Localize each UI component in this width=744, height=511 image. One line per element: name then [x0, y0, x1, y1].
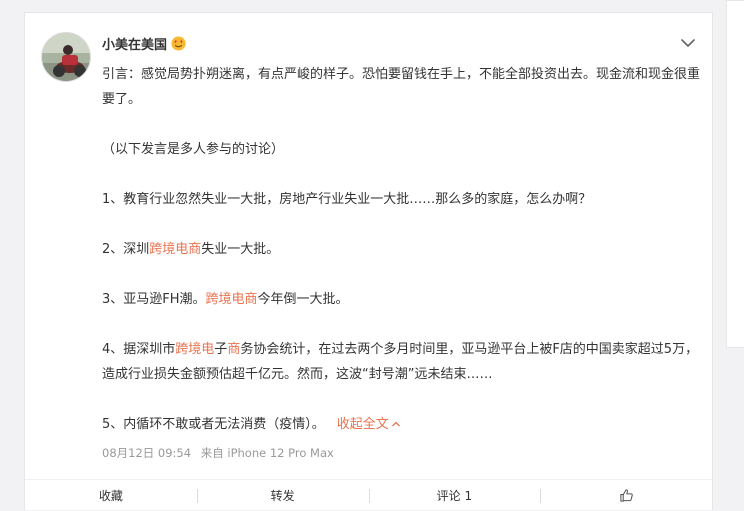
paragraph-3: 3、亚马逊FH潮。跨境电商今年倒一大批。: [102, 287, 702, 312]
topic-link[interactable]: 跨境电商: [149, 242, 201, 257]
paragraph-4-text: 4、据深圳市: [102, 342, 176, 357]
collapse-button[interactable]: 收起全文: [337, 417, 401, 432]
post-content: 引言：感觉局势扑朔迷离，有点严峻的样子。恐怕要留钱在手上，不能全部投资出去。现金…: [102, 62, 702, 437]
favorite-button[interactable]: 收藏: [25, 480, 197, 511]
username[interactable]: 小美在美国: [102, 34, 186, 53]
avatar[interactable]: [41, 32, 91, 82]
topic-link[interactable]: 商: [227, 342, 240, 357]
timestamp[interactable]: 08月12日 09:54: [102, 446, 191, 460]
paragraph-2-text-end: 失业一大批。: [201, 242, 280, 257]
source: 来自 iPhone 12 Pro Max: [200, 446, 334, 460]
favorite-label[interactable]: 收藏: [99, 487, 123, 504]
heart-eyes-emoji-icon: [171, 36, 186, 51]
paragraph-note: （以下发言是多人参与的讨论）: [102, 142, 285, 157]
weibo-post-card: 小美在美国 引言：感觉局势扑朔迷离，有点严峻的样子。恐怕要留钱在手上，不能全部投…: [24, 12, 713, 510]
collapse-label[interactable]: 收起全文: [337, 417, 389, 432]
chevron-up-icon[interactable]: [391, 420, 401, 428]
repost-label[interactable]: 转发: [271, 487, 295, 504]
chevron-down-icon[interactable]: [679, 35, 697, 49]
like-button[interactable]: [540, 480, 712, 511]
paragraph-3-text-end: 今年倒一大批。: [257, 292, 349, 307]
paragraph-3-text: 3、亚马逊FH潮。: [102, 292, 206, 307]
paragraph-4: 4、据深圳市跨境电子商务协会统计，在过去两个多月时间里，亚马逊平台上被F店的中国…: [102, 337, 702, 387]
topic-link[interactable]: 跨境电: [175, 342, 214, 357]
post-meta: 08月12日 09:54 来自 iPhone 12 Pro Max: [102, 445, 334, 461]
paragraph-intro: 引言：感觉局势扑朔迷离，有点严峻的样子。恐怕要留钱在手上，不能全部投资出去。现金…: [102, 67, 701, 107]
paragraph-2: 2、深圳跨境电商失业一大批。: [102, 237, 702, 262]
paragraph-5: 5、内循环不敢或者无法消费（疫情）。 收起全文: [102, 412, 702, 437]
username-text[interactable]: 小美在美国: [102, 34, 167, 53]
paragraph-1: 1、教育行业忽然失业一大批，房地产行业失业一大批……那么多的家庭，怎么办啊？: [102, 192, 592, 207]
comment-button[interactable]: 评论 1: [368, 480, 541, 511]
paragraph-5-text: 5、内循环不敢或者无法消费（疫情）。: [102, 417, 325, 432]
comment-label[interactable]: 评论 1: [437, 487, 472, 504]
topic-link[interactable]: 跨境电商: [206, 292, 258, 307]
side-panel: [726, 0, 744, 348]
thumbs-up-icon[interactable]: [619, 488, 634, 503]
action-bar: 收藏 转发 评论 1: [25, 479, 712, 511]
repost-button[interactable]: 转发: [196, 480, 369, 511]
paragraph-2-text: 2、深圳: [102, 242, 150, 257]
paragraph-4-text-mid: 子: [214, 342, 228, 357]
